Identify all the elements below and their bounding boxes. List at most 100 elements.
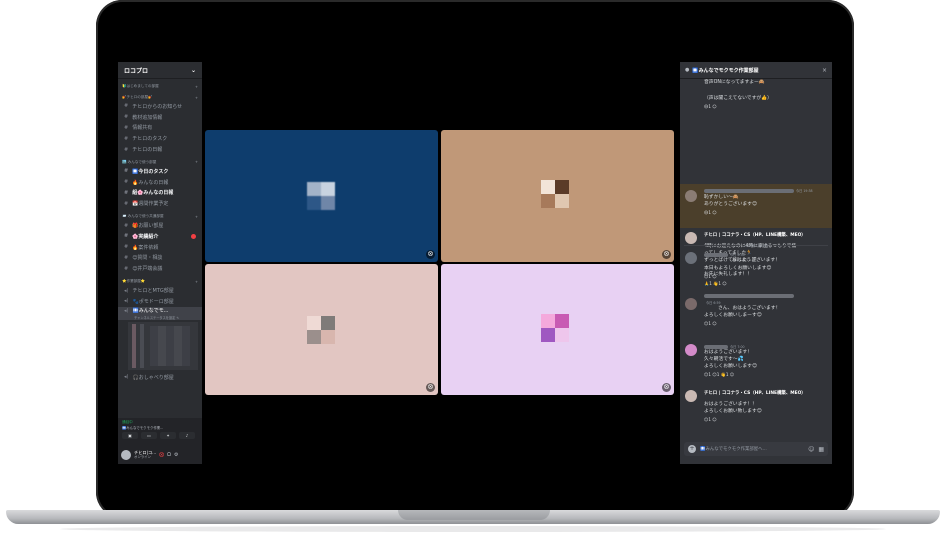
- video-tile[interactable]: ⨂: [441, 264, 674, 395]
- avatar[interactable]: [685, 252, 697, 264]
- category-header[interactable]: 🏙️ みんなで使う部屋 +: [118, 159, 202, 166]
- reaction-bar[interactable]: 🙏1 👋1 ☺: [704, 281, 727, 287]
- channel-item[interactable]: # 教材追加情報: [118, 112, 202, 123]
- message-author: チヒロ | ココナラ・CS（HP、LINE構築、MEO）: [704, 391, 806, 396]
- channel-item[interactable]: # 🔥案件依頼: [118, 242, 202, 253]
- hash-icon: #: [124, 189, 129, 196]
- hash-icon: #: [124, 222, 129, 229]
- participant-video: [307, 182, 335, 210]
- message-text: （声は聞こえてないですが👍）: [704, 96, 772, 101]
- message-text: 恥ずかしい〜🙈: [704, 195, 739, 200]
- reaction-bar[interactable]: 😊1 ☺: [704, 274, 717, 279]
- message-text: よろしくお願いしまーす😊: [704, 313, 762, 318]
- server-header[interactable]: ロコプロ ⌄: [118, 62, 202, 79]
- avatar[interactable]: [685, 190, 697, 202]
- channel-item[interactable]: # 組🌸みんなの日報: [118, 188, 202, 199]
- voice-channel[interactable]: ◂) 🎧おしゃべり部屋: [118, 372, 202, 383]
- message-text: おはようございます！！: [704, 402, 757, 407]
- reaction-bar[interactable]: 😊1 ☺: [704, 321, 717, 326]
- hash-icon: #: [124, 254, 129, 261]
- hash-icon: #: [124, 168, 129, 175]
- avatar[interactable]: [685, 390, 697, 402]
- participant-video: [541, 180, 569, 208]
- reaction-bar[interactable]: 😊1 ☺: [704, 417, 717, 422]
- laptop-notch: [398, 510, 550, 520]
- mic-muted-icon[interactable]: ⨂: [159, 452, 164, 458]
- date-divider: 2024年1月29日: [684, 242, 828, 248]
- plus-icon[interactable]: +: [688, 445, 696, 453]
- activity-button[interactable]: ✦: [160, 432, 176, 439]
- server-name: ロコプロ: [124, 67, 149, 75]
- channel-item[interactable]: # チヒロからのお知らせ: [118, 101, 202, 112]
- video-tile[interactable]: ⨂: [205, 130, 438, 262]
- channel-item[interactable]: # 🌸実績紹介: [118, 231, 202, 242]
- chat-header: ● 🛄みんなでモクモク作業部屋 ×: [680, 62, 832, 79]
- mic-muted-icon: ⨂: [426, 250, 435, 259]
- category-header[interactable]: ⭐作業部屋⭐ +: [118, 278, 202, 285]
- hash-icon: #: [124, 200, 129, 207]
- apps-icon[interactable]: ▦: [818, 446, 824, 453]
- channel-item[interactable]: # 🛄今日のタスク: [118, 166, 202, 177]
- message-author: [704, 294, 794, 300]
- message-time: 今日 6:59: [706, 301, 721, 305]
- message-text: ありがとうございます😊: [704, 202, 757, 207]
- video-tile[interactable]: ⨂: [205, 264, 438, 395]
- channel-item[interactable]: # 📅週間作業予定: [118, 198, 202, 209]
- headphones-icon[interactable]: Ω: [167, 452, 171, 458]
- hash-icon: #: [124, 135, 129, 142]
- avatar[interactable]: [685, 344, 697, 356]
- voice-channel[interactable]: ◂) 🐾ポモドーロ部屋: [118, 296, 202, 307]
- chat-bubble-icon: ●: [685, 67, 690, 73]
- channel-item[interactable]: # 😊質問・相談: [118, 253, 202, 264]
- category-header[interactable]: 📨 みんなで使う共通部屋 +: [118, 213, 202, 220]
- screen-share-button[interactable]: ▭: [141, 432, 157, 439]
- channel-item[interactable]: # 🎁お願い部屋: [118, 220, 202, 231]
- participant-avatar: [132, 323, 136, 368]
- notification-badge: [191, 233, 196, 239]
- video-tile[interactable]: ⨂: [441, 130, 674, 262]
- voice-status-text[interactable]: チャンネルステータスを設定 ✎: [118, 314, 202, 320]
- reaction-bar[interactable]: 😄1 ☺: [704, 210, 717, 215]
- channel-item[interactable]: # 🔥みんなの日報: [118, 177, 202, 188]
- hash-icon: #: [124, 265, 129, 272]
- chat-panel: ● 🛄みんなでモクモク作業部屋 × 音声ONになってますよー🙈 （声は聞こえてな…: [680, 62, 832, 464]
- category-header[interactable]: 🔰はじめましての部屋 +: [118, 83, 202, 90]
- chat-title: 🛄みんなでモクモク作業部屋: [692, 67, 759, 74]
- message-input[interactable]: + 🛄みんなでモクモク作業部屋へ... ☺ ▦: [684, 442, 828, 456]
- voice-channel[interactable]: ◂) チヒロとMTG部屋: [118, 285, 202, 296]
- participant-video: [541, 314, 569, 342]
- channel-item[interactable]: # チヒロのタスク: [118, 133, 202, 144]
- chevron-down-icon[interactable]: ⌄: [191, 67, 196, 74]
- speaker-icon: ◂): [124, 374, 129, 381]
- message-text: よろしくお願いします😊: [704, 364, 757, 369]
- close-icon[interactable]: ×: [822, 67, 827, 74]
- message-text: おはようございます！: [704, 350, 752, 355]
- message-text: さん、おはようございます！: [718, 306, 781, 311]
- channel-item[interactable]: # チヒロの日報: [118, 144, 202, 155]
- message-text: 本日もよろしくお願いします😊: [704, 266, 772, 271]
- message-author: 今日 19:38: [704, 188, 813, 194]
- soundboard-button[interactable]: ♪: [179, 432, 195, 439]
- message-text: おはようございます！: [732, 258, 780, 263]
- participant-video: [307, 316, 335, 344]
- avatar[interactable]: [685, 298, 697, 310]
- mic-muted-icon: ⨂: [662, 383, 671, 392]
- user-info[interactable]: チヒロ|コ... オンライン: [134, 450, 156, 460]
- participant-avatar: [140, 323, 144, 368]
- category-header[interactable]: 💅チヒロの部屋💅 +: [118, 94, 202, 101]
- hash-icon: #: [124, 114, 129, 121]
- hash-icon: #: [124, 179, 129, 186]
- avatar[interactable]: [121, 450, 131, 460]
- channel-item[interactable]: # 😊井戸端会議: [118, 263, 202, 274]
- reaction-bar[interactable]: 😄1 ☺: [704, 104, 717, 109]
- gear-icon[interactable]: ⚙: [174, 452, 178, 458]
- reaction-bar[interactable]: 😊1 😊1 👋1 ☺: [704, 372, 734, 378]
- channel-item[interactable]: # 情報共有: [118, 123, 202, 134]
- camera-button[interactable]: ▣: [122, 432, 138, 439]
- speaker-icon: ◂): [124, 298, 129, 305]
- emoji-icon[interactable]: ☺: [808, 446, 814, 453]
- speaker-icon: ◂): [124, 287, 129, 294]
- hash-icon: #: [124, 244, 129, 251]
- mic-muted-icon: ⨂: [662, 250, 671, 259]
- voice-channel-active[interactable]: ◂) 🛄みんなでモ...: [118, 306, 202, 315]
